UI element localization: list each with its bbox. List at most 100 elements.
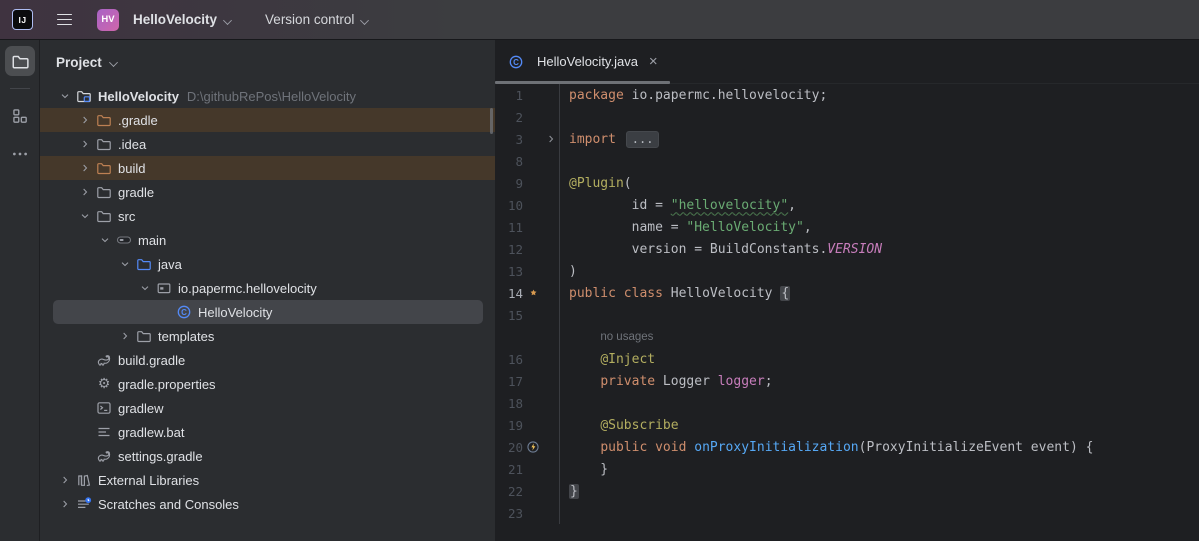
code-line[interactable]: 15 [495,304,1199,326]
editor-gutter[interactable]: 19 [495,414,559,436]
editor-gutter[interactable] [495,326,559,348]
chevron-right-icon[interactable] [75,136,95,152]
editor-gutter[interactable]: 16 [495,348,559,370]
code-line[interactable]: 3import ... [495,128,1199,150]
main-menu-button[interactable] [49,6,79,34]
editor-gutter[interactable]: 3 [495,128,559,150]
editor-tab-hellovelocity[interactable]: C HelloVelocity.java × [495,40,670,83]
code-line[interactable]: 22} [495,480,1199,502]
chevron-right-icon[interactable] [75,112,95,128]
code-line[interactable]: 2 [495,106,1199,128]
code-text[interactable] [559,106,1199,128]
code-line[interactable]: no usages [495,326,1199,348]
editor-gutter[interactable]: 1 [495,84,559,106]
code-text[interactable]: @Plugin( [559,172,1199,194]
editor-gutter[interactable]: 8 [495,150,559,172]
plugin-gutter-icon[interactable] [523,287,543,300]
chevron-down-icon[interactable] [115,256,135,272]
editor-gutter[interactable]: 2 [495,106,559,128]
code-text[interactable] [559,304,1199,326]
code-line[interactable]: 16 @Inject [495,348,1199,370]
tree-item-hellovelocity[interactable]: HelloVelocityD:\githubRePos\HelloVelocit… [40,84,495,108]
folded-region[interactable]: ... [626,131,660,148]
code-line[interactable]: 21 } [495,458,1199,480]
editor-gutter[interactable]: 18 [495,392,559,414]
tree-item-src[interactable]: src [40,204,495,228]
chevron-down-icon[interactable] [55,88,75,104]
editor-gutter[interactable]: 15 [495,304,559,326]
tree-item-build-gradle[interactable]: build.gradle [40,348,495,372]
code-text[interactable]: package io.papermc.hellovelocity; [559,84,1199,106]
code-text[interactable]: @Inject [559,348,1199,370]
code-line[interactable]: 1package io.papermc.hellovelocity; [495,84,1199,106]
chevron-right-icon[interactable] [55,496,75,512]
code-line[interactable]: 18 [495,392,1199,414]
code-text[interactable] [559,502,1199,524]
tree-item-build[interactable]: build [40,156,495,180]
code-text[interactable]: } [559,480,1199,502]
editor-gutter[interactable]: 14 [495,282,559,304]
editor-gutter[interactable]: 17 [495,370,559,392]
project-tool-window-button[interactable] [5,46,35,76]
tree-item-gradlew-bat[interactable]: gradlew.bat [40,420,495,444]
tree-item--idea[interactable]: .idea [40,132,495,156]
code-text[interactable]: name = "HelloVelocity", [559,216,1199,238]
code-text[interactable]: no usages [559,326,1199,348]
code-text[interactable]: public class HelloVelocity { [559,282,1199,304]
editor-gutter[interactable]: 10 [495,194,559,216]
code-line[interactable]: 17 private Logger logger; [495,370,1199,392]
tree-item-gradlew[interactable]: gradlew [40,396,495,420]
chevron-right-icon[interactable] [75,160,95,176]
code-text[interactable] [559,392,1199,414]
tree-item-java[interactable]: java [40,252,495,276]
code-text[interactable]: ) [559,260,1199,282]
tree-item-scratches-and-consoles[interactable]: Scratches and Consoles [40,492,495,516]
editor-gutter[interactable]: 20 [495,436,559,458]
code-text[interactable]: public void onProxyInitialization(ProxyI… [559,436,1199,458]
code-line[interactable]: 9@Plugin( [495,172,1199,194]
chevron-right-icon[interactable] [115,328,135,344]
code-text[interactable]: version = BuildConstants.VERSION [559,238,1199,260]
fold-indicator-icon[interactable] [543,133,559,145]
tree-item-gradle-properties[interactable]: ⚙gradle.properties [40,372,495,396]
code-text[interactable]: } [559,458,1199,480]
project-panel-header[interactable]: Project [40,40,495,84]
editor-gutter[interactable]: 9 [495,172,559,194]
code-line[interactable]: 13) [495,260,1199,282]
tree-item-gradle[interactable]: gradle [40,180,495,204]
more-tool-windows-button[interactable] [5,139,35,169]
code-text[interactable]: private Logger logger; [559,370,1199,392]
tree-item-main[interactable]: main [40,228,495,252]
code-text[interactable]: import ... [559,128,1199,150]
code-text[interactable]: id = "hellovelocity", [559,194,1199,216]
tree-item-external-libraries[interactable]: External Libraries [40,468,495,492]
editor-gutter[interactable]: 13 [495,260,559,282]
code-line[interactable]: 19 @Subscribe [495,414,1199,436]
code-text[interactable] [559,150,1199,172]
tree-item-settings-gradle[interactable]: settings.gradle [40,444,495,468]
code-line[interactable]: 14public class HelloVelocity { [495,282,1199,304]
code-line[interactable]: 20 public void onProxyInitialization(Pro… [495,436,1199,458]
chevron-down-icon[interactable] [135,280,155,296]
structure-tool-window-button[interactable] [5,101,35,131]
code-line[interactable]: 8 [495,150,1199,172]
chevron-down-icon[interactable] [75,208,95,224]
event-gutter-icon[interactable] [523,440,543,454]
code-editor[interactable]: 1package io.papermc.hellovelocity;23impo… [495,84,1199,541]
editor-gutter[interactable]: 23 [495,502,559,524]
editor-gutter[interactable]: 11 [495,216,559,238]
tree-item--gradle[interactable]: .gradle [40,108,495,132]
code-line[interactable]: 12 version = BuildConstants.VERSION [495,238,1199,260]
close-icon[interactable]: × [649,54,658,69]
code-line[interactable]: 23 [495,502,1199,524]
tree-item-templates[interactable]: templates [40,324,495,348]
scrollbar-thumb[interactable] [490,108,493,134]
code-text[interactable]: @Subscribe [559,414,1199,436]
tree-item-hellovelocity[interactable]: CHelloVelocity [40,300,495,324]
chevron-right-icon[interactable] [55,472,75,488]
project-selector-button[interactable]: HelloVelocity [125,7,241,32]
code-line[interactable]: 10 id = "hellovelocity", [495,194,1199,216]
editor-gutter[interactable]: 12 [495,238,559,260]
editor-gutter[interactable]: 21 [495,458,559,480]
tree-item-io-papermc-hellovelocity[interactable]: io.papermc.hellovelocity [40,276,495,300]
